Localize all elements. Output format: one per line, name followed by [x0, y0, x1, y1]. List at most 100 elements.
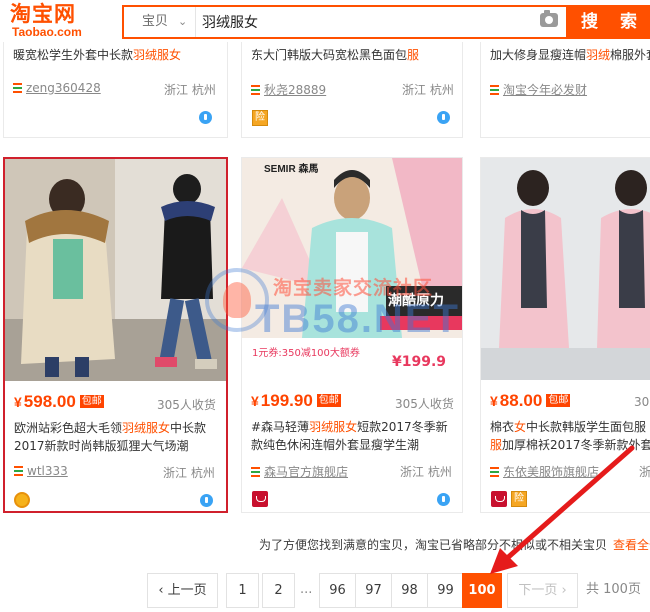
- wangwang-chat-icon[interactable]: [437, 111, 450, 124]
- product-title-line2[interactable]: 服加厚棉袄2017冬季新款外套: [490, 437, 650, 454]
- search-input[interactable]: [202, 9, 532, 35]
- product-image[interactable]: [5, 159, 226, 381]
- taobao-logo[interactable]: 淘宝网 Taobao.com: [10, 2, 120, 40]
- product-title[interactable]: 欧洲站彩色超大毛领羽绒服女中长款: [14, 420, 206, 437]
- title-text: 东大门韩版大码宽松黑色面包: [251, 48, 408, 62]
- shop-link[interactable]: 东依美服饰旗舰店: [490, 463, 599, 480]
- product-price: ¥598.00 包邮: [14, 392, 104, 411]
- shop-name: wtl333: [27, 464, 68, 478]
- title-highlight: 羽绒服女: [133, 48, 182, 62]
- page-button[interactable]: 2: [262, 573, 295, 608]
- title-text: 加大修身显瘦连帽: [490, 48, 587, 62]
- title-text: 欧洲站彩色超大毛领: [14, 421, 123, 435]
- free-shipping-badge: 包邮: [79, 395, 104, 408]
- product-image[interactable]: [481, 158, 650, 380]
- total-pages: 共 100页: [586, 582, 641, 597]
- page-button[interactable]: 96: [319, 573, 356, 608]
- shop-name: 东依美服饰旗舰店: [503, 465, 600, 479]
- title-text: 棉服外套: [610, 48, 650, 62]
- shop-icon: [251, 467, 260, 477]
- location: 浙江 杭州: [402, 83, 454, 97]
- product-card-selected[interactable]: ¥598.00 包邮 305人收货 欧洲站彩色超大毛领羽绒服女中长款 2017新款…: [3, 157, 228, 513]
- free-shipping-badge: 包邮: [546, 394, 571, 407]
- product-card[interactable]: 加大修身显瘦连帽羽绒棉服外套 淘宝今年必发财: [480, 30, 650, 138]
- camera-icon[interactable]: [540, 10, 558, 27]
- sales-count: 305人收货: [395, 397, 454, 411]
- watermark-text: 淘宝卖家交流社区: [273, 277, 434, 299]
- chevron-left-icon: ‹: [158, 583, 164, 598]
- shop-link[interactable]: wtl333: [14, 464, 68, 478]
- title-text: #森马轻薄: [251, 420, 310, 434]
- product-title-line2[interactable]: 2017新款时尚韩版狐狸大气场潮: [14, 438, 189, 455]
- title-text: 加厚棉袄2017冬季新款外套: [502, 438, 650, 452]
- tmall-icon: [252, 491, 268, 507]
- title-text: 短款2017冬季新: [357, 420, 448, 434]
- title-highlight: 羽绒服女: [309, 420, 358, 434]
- shop-link[interactable]: zeng360428: [13, 81, 101, 95]
- product-card[interactable]: ¥88.00包邮 305 棉衣女中长款韩版学生面包服 服加厚棉袄2017冬季新款…: [480, 157, 650, 513]
- current-page-button[interactable]: 100: [462, 573, 502, 608]
- brand-logo: SEMIR 森馬: [264, 164, 319, 175]
- wangwang-chat-icon[interactable]: [437, 493, 450, 506]
- shop-link[interactable]: 秋尧28889: [251, 81, 326, 98]
- shop-name: 森马官方旗舰店: [264, 465, 349, 479]
- view-all-link[interactable]: 查看全部: [613, 538, 650, 552]
- wangwang-chat-icon[interactable]: [199, 111, 212, 124]
- watermark-domain: TB58.NET: [255, 297, 460, 341]
- title-text: 棉衣: [490, 420, 515, 434]
- page-button[interactable]: 99: [427, 573, 464, 608]
- wangwang-chat-icon[interactable]: [200, 494, 213, 507]
- next-label: 下一页: [518, 583, 558, 598]
- page-button[interactable]: 97: [355, 573, 392, 608]
- product-card[interactable]: 东大门韩版大码宽松黑色面包服 秋尧28889 浙江 杭州 险: [241, 30, 463, 138]
- product-title[interactable]: 加大修身显瘦连帽羽绒棉服外套: [490, 47, 650, 64]
- product-price: ¥199.90 包邮: [251, 391, 341, 410]
- sales-count: 305: [634, 395, 650, 409]
- sales-count: 305人收货: [157, 398, 216, 412]
- shop-icon: [490, 85, 499, 95]
- product-price: ¥88.00 包邮: [490, 391, 571, 410]
- page-button[interactable]: 1: [226, 573, 259, 608]
- chevron-down-icon: ⌄: [178, 15, 188, 28]
- product-title[interactable]: 东大门韩版大码宽松黑色面包服: [251, 47, 419, 64]
- product-title-line2[interactable]: 款纯色休闲连帽外套显瘦学生潮: [251, 437, 419, 454]
- shop-icon: [14, 466, 23, 476]
- insurance-badge: 险: [252, 110, 268, 126]
- title-text: 暖宽松学生外套中长款: [13, 48, 134, 62]
- product-card[interactable]: 暖宽松学生外套中长款羽绒服女 zeng360428 浙江 杭州: [3, 30, 228, 138]
- next-page-button[interactable]: 下一页 ›: [507, 573, 578, 608]
- search-scope-label: 宝贝: [142, 14, 169, 29]
- tmall-icon: [491, 491, 507, 507]
- price-value: 88.00: [499, 391, 543, 410]
- product-title[interactable]: #森马轻薄羽绒服女短款2017冬季新: [251, 419, 448, 436]
- title-text: 中长款韩版学生面包服: [526, 420, 647, 434]
- title-text: 中长款: [170, 421, 207, 435]
- product-photo: [481, 158, 650, 380]
- title-highlight: 女: [514, 420, 527, 434]
- page-button[interactable]: 98: [391, 573, 428, 608]
- price-value: 598.00: [23, 392, 76, 411]
- search-box: 宝贝 ⌄: [122, 5, 568, 39]
- search-button[interactable]: 搜 索: [568, 5, 650, 39]
- product-title[interactable]: 暖宽松学生外套中长款羽绒服女: [13, 47, 181, 64]
- omitted-results-notice: 为了方便您找到满意的宝贝，淘宝已省略部分不相似或不相关宝贝查看全部: [259, 536, 650, 553]
- shop-icon: [490, 467, 499, 477]
- prev-label: 上一页: [167, 583, 207, 598]
- shop-link[interactable]: 森马官方旗舰店: [251, 463, 348, 480]
- location: 浙江 杭州: [400, 465, 452, 479]
- notice-text: 为了方便您找到满意的宝贝，淘宝已省略部分不相似或不相关宝贝: [259, 538, 608, 552]
- location: 浙: [639, 465, 650, 479]
- search-scope-select[interactable]: 宝贝 ⌄: [124, 7, 196, 37]
- price-value: 199.90: [260, 391, 313, 410]
- product-photo: [5, 159, 226, 381]
- product-image[interactable]: SEMIR 森馬 潮酷原力 1元券:350减100大额券 ¥199.9: [242, 158, 462, 380]
- promo-price-value: 199.9: [401, 354, 447, 370]
- title-highlight: 羽绒服女: [122, 421, 171, 435]
- gold-seller-icon: [14, 492, 30, 508]
- shop-icon: [251, 85, 260, 95]
- prev-page-button[interactable]: ‹ 上一页: [147, 573, 218, 608]
- shop-link[interactable]: 淘宝今年必发财: [490, 81, 587, 98]
- product-title[interactable]: 棉衣女中长款韩版学生面包服: [490, 419, 646, 436]
- shop-name: zeng360428: [26, 81, 101, 95]
- chevron-right-icon: ›: [561, 583, 567, 598]
